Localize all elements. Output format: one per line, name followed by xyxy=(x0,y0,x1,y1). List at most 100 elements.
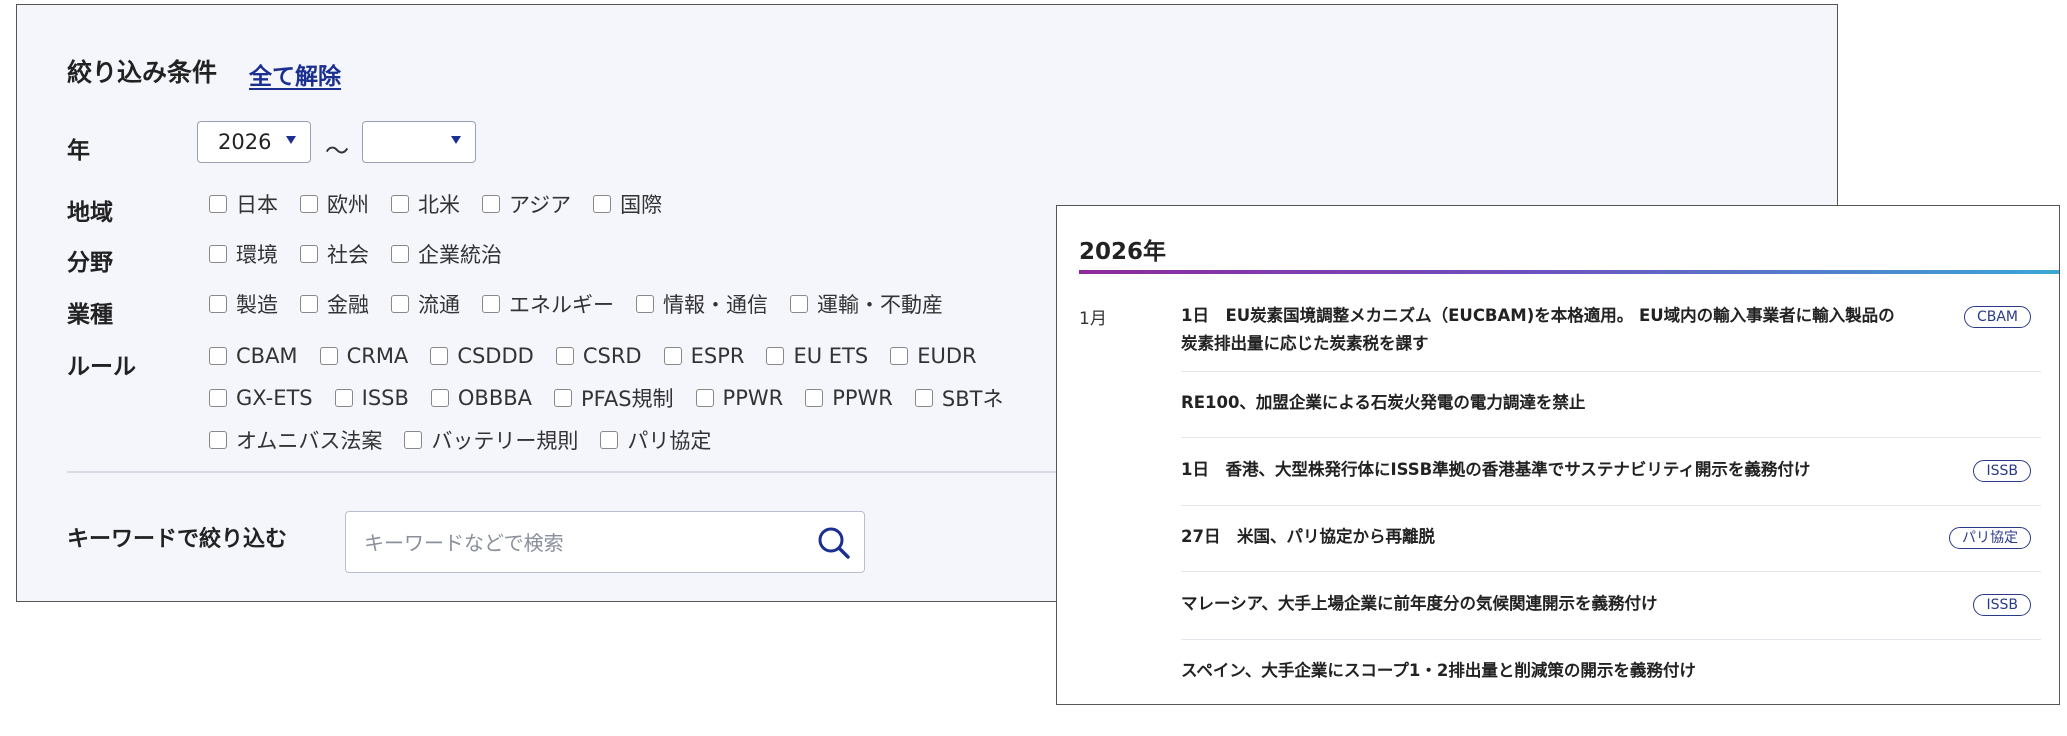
field-checkbox-social[interactable]: 社会 xyxy=(300,239,369,269)
rule-label: ルール xyxy=(67,354,136,380)
rule-options-row-1: CBAM CRMA CSDDD CSRD ESPR EU ETS EUDR xyxy=(209,341,999,371)
clear-all-link[interactable]: 全て解除 xyxy=(249,57,341,91)
timeline-item: 27日 米国、パリ協定から再離脱 パリ協定 xyxy=(1181,506,2041,572)
rule-checkbox-ppwr[interactable]: PPWR xyxy=(695,386,783,410)
rule-checkbox-ppwr-2[interactable]: PPWR xyxy=(805,386,893,410)
rule-checkbox-eu-ets[interactable]: EU ETS xyxy=(766,344,868,368)
checkbox-icon xyxy=(600,431,619,449)
region-checkbox-north-america[interactable]: 北米 xyxy=(391,189,460,219)
checkbox-icon xyxy=(914,389,933,407)
timeline-year-heading: 2026年 xyxy=(1079,239,1167,265)
caret-down-icon xyxy=(451,136,461,144)
industry-checkbox-transport-realestate[interactable]: 運輸・不動産 xyxy=(790,289,943,319)
checkbox-icon xyxy=(663,347,682,365)
checkbox-icon xyxy=(300,245,318,263)
industry-label: 業種 xyxy=(67,302,113,328)
timeline-item-text: 27日 米国、パリ協定から再離脱 xyxy=(1181,527,1435,546)
checkbox-icon xyxy=(300,195,318,213)
rule-badge-issb[interactable]: ISSB xyxy=(1973,594,2031,616)
rule-checkbox-eudr[interactable]: EUDR xyxy=(890,344,977,368)
field-options: 環境 社会 企業統治 xyxy=(209,239,524,269)
year-gradient-bar xyxy=(1079,270,2059,274)
region-label: 地域 xyxy=(67,200,113,226)
timeline-item-text: 1日 EU炭素国境調整メカニズム（EUCBAM)を本格適用。 EU域内の輸入事業… xyxy=(1181,306,1895,353)
industry-options: 製造 金融 流通 エネルギー 情報・通信 運輸・不動産 xyxy=(209,289,965,319)
year-from-value: 2026 xyxy=(218,130,272,154)
industry-checkbox-energy[interactable]: エネルギー xyxy=(482,289,614,319)
checkbox-icon xyxy=(404,431,423,449)
checkbox-icon xyxy=(209,295,227,313)
field-checkbox-environment[interactable]: 環境 xyxy=(209,239,278,269)
checkbox-icon xyxy=(805,389,824,407)
page: 絞り込み条件 全て解除 年 2026 〜 地域 日本 欧州 北米 アジア 国際 … xyxy=(0,0,2067,736)
timeline-item-text: マレーシア、大手上場企業に前年度分の気候関連開示を義務付け xyxy=(1181,594,1658,613)
checkbox-icon xyxy=(300,295,318,313)
field-label: 分野 xyxy=(67,250,113,276)
timeline-item: 1日 EU炭素国境調整メカニズム（EUCBAM)を本格適用。 EU域内の輸入事業… xyxy=(1181,294,2041,372)
rule-badge-issb[interactable]: ISSB xyxy=(1973,460,2031,482)
rule-options-row-3: オムニバス法案 バッテリー規則 パリ協定 xyxy=(209,425,733,455)
region-options: 日本 欧州 北米 アジア 国際 xyxy=(209,189,684,219)
rule-checkbox-cbam[interactable]: CBAM xyxy=(209,344,298,368)
timeline-month: 1月 xyxy=(1079,309,1107,329)
rule-checkbox-paris[interactable]: パリ協定 xyxy=(600,425,711,455)
rule-checkbox-battery[interactable]: バッテリー規則 xyxy=(404,425,578,455)
checkbox-icon xyxy=(209,431,227,449)
rule-checkbox-csrd[interactable]: CSRD xyxy=(555,344,642,368)
timeline-item-text: スペイン、大手企業にスコープ1・2排出量と削減策の開示を義務付け xyxy=(1181,661,1696,680)
caret-down-icon xyxy=(286,136,296,144)
rule-badge-paris[interactable]: パリ協定 xyxy=(1949,527,2031,549)
checkbox-icon xyxy=(391,195,409,213)
year-to-select[interactable] xyxy=(362,121,476,163)
region-checkbox-japan[interactable]: 日本 xyxy=(209,189,278,219)
search-icon[interactable] xyxy=(816,525,852,561)
checkbox-icon xyxy=(430,347,449,365)
filter-title: 絞り込み条件 xyxy=(67,58,218,87)
rule-checkbox-crma[interactable]: CRMA xyxy=(319,344,408,368)
timeline-item-text: 1日 香港、大型株発行体にISSB準拠の香港基準でサステナビリティ開示を義務付け xyxy=(1181,460,1811,479)
industry-checkbox-distribution[interactable]: 流通 xyxy=(391,289,460,319)
checkbox-icon xyxy=(555,347,574,365)
rule-checkbox-issb[interactable]: ISSB xyxy=(334,386,409,410)
checkbox-icon xyxy=(209,195,227,213)
year-range-separator: 〜 xyxy=(325,137,349,165)
checkbox-icon xyxy=(209,347,227,365)
year-from-select[interactable]: 2026 xyxy=(197,121,311,163)
rule-badge-cbam[interactable]: CBAM xyxy=(1963,306,2031,328)
checkbox-icon xyxy=(554,389,573,407)
checkbox-icon xyxy=(430,389,449,407)
timeline-item: RE100、加盟企業による石炭火発電の電力調達を禁止 xyxy=(1181,372,2041,438)
checkbox-icon xyxy=(593,195,612,213)
keyword-search-input[interactable] xyxy=(362,524,786,562)
keyword-search-box xyxy=(345,511,865,573)
rule-checkbox-espr[interactable]: ESPR xyxy=(663,344,744,368)
checkbox-icon xyxy=(319,347,338,365)
checkbox-icon xyxy=(482,195,500,213)
industry-checkbox-manufacturing[interactable]: 製造 xyxy=(209,289,278,319)
industry-checkbox-it-telecom[interactable]: 情報・通信 xyxy=(636,289,768,319)
checkbox-icon xyxy=(391,245,409,263)
timeline-item: 1日 香港、大型株発行体にISSB準拠の香港基準でサステナビリティ開示を義務付け… xyxy=(1181,438,2041,506)
checkbox-icon xyxy=(482,295,500,313)
rule-checkbox-csddd[interactable]: CSDDD xyxy=(430,344,534,368)
rule-checkbox-gx-ets[interactable]: GX-ETS xyxy=(209,386,313,410)
rule-options-row-2: GX-ETS ISSB OBBBA PFAS規制 PPWR PPWR SBTネ xyxy=(209,383,1025,413)
keyword-label: キーワードで絞り込む xyxy=(67,527,288,552)
field-checkbox-governance[interactable]: 企業統治 xyxy=(391,239,502,269)
checkbox-icon xyxy=(790,295,808,313)
region-checkbox-international[interactable]: 国際 xyxy=(593,189,662,219)
checkbox-icon xyxy=(766,347,785,365)
rule-checkbox-sbtn[interactable]: SBTネ xyxy=(914,383,1003,413)
rule-checkbox-pfas[interactable]: PFAS規制 xyxy=(554,383,674,413)
checkbox-icon xyxy=(209,389,227,407)
region-checkbox-asia[interactable]: アジア xyxy=(482,189,571,219)
timeline-item-text: RE100、加盟企業による石炭火発電の電力調達を禁止 xyxy=(1181,393,1586,412)
region-checkbox-europe[interactable]: 欧州 xyxy=(300,189,369,219)
checkbox-icon xyxy=(334,389,353,407)
timeline-item: スペイン、大手企業にスコープ1・2排出量と削減策の開示を義務付け xyxy=(1181,640,2041,704)
rule-checkbox-omnibus[interactable]: オムニバス法案 xyxy=(209,425,382,455)
rule-checkbox-obbba[interactable]: OBBBA xyxy=(430,386,532,410)
checkbox-icon xyxy=(695,389,714,407)
industry-checkbox-finance[interactable]: 金融 xyxy=(300,289,369,319)
timeline-card: 2026年 1月 1日 EU炭素国境調整メカニズム（EUCBAM)を本格適用。 … xyxy=(1056,205,2060,705)
